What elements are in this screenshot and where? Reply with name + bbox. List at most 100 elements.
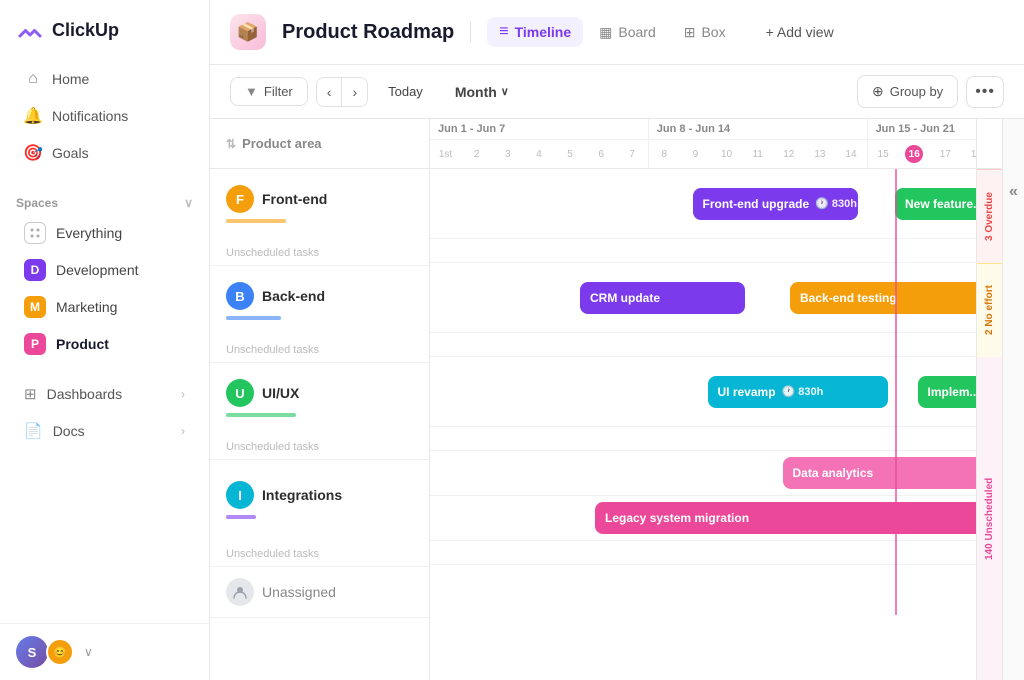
unscheduled-label[interactable]: 140 Unscheduled xyxy=(977,357,1002,680)
user-avatar-s[interactable]: S xyxy=(16,636,48,668)
sidebar-item-notifications[interactable]: 🔔 Notifications xyxy=(8,98,201,134)
sidebar-item-everything[interactable]: Everything xyxy=(8,215,201,251)
frontend-progress-bar xyxy=(226,219,286,223)
timeline-container: ⇅ Product area F Front-end xyxy=(210,119,1024,680)
sidebar-item-goals[interactable]: 🎯 Goals xyxy=(8,135,201,171)
day-label-2: 2 xyxy=(461,140,492,168)
sidebar-footer: S 😊 ∨ xyxy=(0,623,209,680)
no-effort-label[interactable]: 2 No effort xyxy=(977,263,1002,357)
week2-label: Jun 8 - Jun 14 xyxy=(649,119,867,140)
product-badge: P xyxy=(24,333,46,355)
spaces-chevron[interactable]: ∨ xyxy=(184,196,193,210)
area-unassigned: Unassigned xyxy=(210,567,429,618)
task-ui-revamp[interactable]: UI revamp 🕐 830h xyxy=(708,376,888,408)
task-legacy-migration[interactable]: Legacy system migration 🕐 830h xyxy=(595,502,976,534)
header-divider xyxy=(470,22,471,42)
integrations-badge: I xyxy=(226,481,254,509)
week-jun15: Jun 15 - Jun 21 15 16 17 18 19 20 xyxy=(868,119,976,168)
more-options-button[interactable]: ••• xyxy=(966,76,1004,108)
day-9: 9 xyxy=(680,140,711,168)
task-crm-update-label: CRM update xyxy=(590,291,660,305)
spaces-label: Spaces xyxy=(16,196,58,210)
task-data-analytics[interactable]: Data analytics xyxy=(783,457,977,489)
sidebar-item-docs[interactable]: 📄 Docs › xyxy=(8,413,201,449)
filter-button[interactable]: ▼ Filter xyxy=(230,77,308,106)
backend-label: Back-end xyxy=(262,288,325,304)
collapse-button[interactable]: « xyxy=(1005,179,1022,205)
area-column-label: Product area xyxy=(242,136,321,151)
backend-unscheduled-row xyxy=(430,333,976,357)
timeline-grid: Jun 1 - Jun 7 1st 2 3 4 5 6 7 xyxy=(430,119,976,615)
main-header: 📦 Product Roadmap ≡ Timeline ▦ Board ⊞ B… xyxy=(210,0,1024,65)
timeline-body: ⇅ Product area F Front-end xyxy=(210,119,1002,680)
unassigned-label: Unassigned xyxy=(262,584,336,600)
tab-timeline[interactable]: ≡ Timeline xyxy=(487,17,583,47)
tab-board[interactable]: ▦ Board xyxy=(587,18,668,47)
backend-unscheduled: Unscheduled tasks xyxy=(210,336,430,362)
week1-days: 1st 2 3 4 5 6 7 xyxy=(430,140,648,168)
today-circle: 16 xyxy=(905,145,923,163)
task-frontend-upgrade[interactable]: Front-end upgrade 🕐 830h xyxy=(693,188,858,220)
sidebar-item-goals-label: Goals xyxy=(52,145,89,161)
goals-icon: 🎯 xyxy=(24,144,42,162)
sidebar-item-product[interactable]: P Product xyxy=(8,326,201,362)
sidebar-item-home-label: Home xyxy=(52,71,89,87)
task-new-feature[interactable]: New feature.. ℹ xyxy=(895,188,976,220)
main-content: 📦 Product Roadmap ≡ Timeline ▦ Board ⊞ B… xyxy=(210,0,1024,680)
add-view-button[interactable]: + Add view xyxy=(754,18,846,46)
backend-header-row: B Back-end xyxy=(226,282,413,310)
user-dropdown-icon[interactable]: ∨ xyxy=(84,645,93,659)
filter-icon: ▼ xyxy=(245,84,258,99)
task-backend-testing-label: Back-end testing xyxy=(800,291,897,305)
right-labels-header-spacer xyxy=(977,119,1002,169)
month-selector[interactable]: Month ∨ xyxy=(443,78,521,106)
day-8: 8 xyxy=(649,140,680,168)
toolbar: ▼ Filter ‹ › Today Month ∨ ⊕ Group by ••… xyxy=(210,65,1024,119)
sidebar: ClickUp ⌂ Home 🔔 Notifications 🎯 Goals S… xyxy=(0,0,210,680)
uiux-unscheduled: Unscheduled tasks xyxy=(210,433,430,459)
integrations-label: Integrations xyxy=(262,487,342,503)
task-crm-update[interactable]: CRM update xyxy=(580,282,745,314)
week-jun8: Jun 8 - Jun 14 8 9 10 11 12 13 14 xyxy=(649,119,868,168)
task-ui-revamp-label: UI revamp xyxy=(718,385,776,399)
week2-days: 8 9 10 11 12 13 14 xyxy=(649,140,867,168)
more-icon: ••• xyxy=(975,83,995,101)
week3-label: Jun 15 - Jun 21 xyxy=(868,119,976,140)
frontend-unscheduled-row xyxy=(430,239,976,263)
month-label: Month xyxy=(455,84,497,100)
integrations-header-row: I Integrations xyxy=(226,481,413,509)
task-rows: Front-end upgrade 🕐 830h New feature.. ℹ xyxy=(430,169,976,615)
logo-text: ClickUp xyxy=(52,20,119,41)
timeline-tab-label: Timeline xyxy=(515,24,572,40)
backend-badge: B xyxy=(226,282,254,310)
next-button[interactable]: › xyxy=(341,78,367,106)
collapse-panel: « xyxy=(1002,119,1024,680)
day-12: 12 xyxy=(773,140,804,168)
timeline-area-header: ⇅ Product area xyxy=(210,119,429,169)
task-implement-label: Implem.. xyxy=(928,385,977,399)
task-implement[interactable]: Implem.. ℹ xyxy=(918,376,977,408)
sidebar-development-label: Development xyxy=(56,262,139,278)
frontend-unscheduled: Unscheduled tasks xyxy=(210,239,430,265)
sidebar-item-marketing[interactable]: M Marketing xyxy=(8,289,201,325)
day-label-7: 7 xyxy=(617,140,648,168)
dashboards-icon: ⊞ xyxy=(24,385,37,403)
sidebar-item-dashboards[interactable]: ⊞ Dashboards › xyxy=(8,376,201,412)
backend-area-info: B Back-end xyxy=(210,266,430,336)
task-backend-testing[interactable]: Back-end testing xyxy=(790,282,976,314)
backend-progress-bar xyxy=(226,316,281,320)
prev-button[interactable]: ‹ xyxy=(317,78,342,106)
box-tab-icon: ⊞ xyxy=(684,24,696,41)
marketing-badge: M xyxy=(24,296,46,318)
group-by-button[interactable]: ⊕ Group by xyxy=(857,75,958,108)
sidebar-everything-label: Everything xyxy=(56,225,122,241)
sidebar-marketing-label: Marketing xyxy=(56,299,117,315)
sidebar-item-home[interactable]: ⌂ Home xyxy=(8,61,201,97)
user-avatar-photo[interactable]: 😊 xyxy=(46,638,74,666)
overdue-label[interactable]: 3 Overdue xyxy=(977,169,1002,263)
sidebar-item-development[interactable]: D Development xyxy=(8,252,201,288)
today-button[interactable]: Today xyxy=(376,78,435,105)
task-frontend-upgrade-time: 🕐 830h xyxy=(815,197,857,210)
tab-box[interactable]: ⊞ Box xyxy=(672,18,738,47)
frontend-header-row: F Front-end xyxy=(226,185,413,213)
